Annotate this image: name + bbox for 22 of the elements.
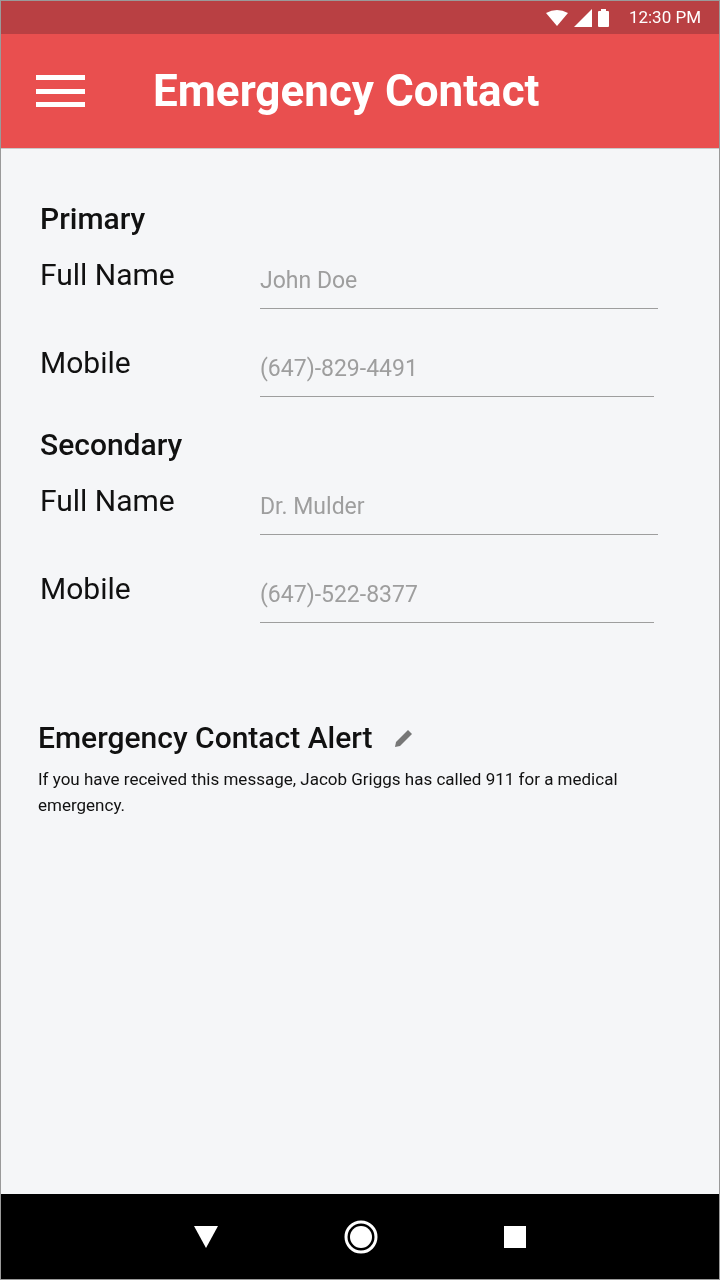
recents-icon[interactable] [504, 1225, 526, 1248]
menu-icon[interactable] [36, 75, 85, 107]
field-label: Mobile [40, 344, 132, 382]
field-label: Mobile [40, 570, 132, 608]
input-field[interactable]: John Doe [260, 257, 658, 309]
alert-title: Emergency Contact Alert [38, 719, 373, 757]
app-title: Emergency Contact [153, 64, 540, 119]
section-heading: Primary [40, 200, 147, 238]
alert-message: If you have received this message, Jacob Griggs has called 911 for a medical emergency. [38, 768, 618, 817]
input-field[interactable]: (647)-829-4491 [260, 345, 654, 397]
section-heading: Secondary [40, 426, 184, 464]
wifi-icon [545, 9, 568, 26]
input-field[interactable]: Dr. Mulder [260, 483, 658, 535]
field-label: Full Name [40, 482, 176, 520]
home-icon[interactable] [344, 1219, 378, 1254]
back-icon[interactable] [194, 1225, 218, 1248]
status-time: 12:30 PM [628, 5, 701, 29]
battery-icon [597, 8, 609, 27]
edit-icon[interactable] [394, 728, 413, 747]
signal-icon [573, 8, 592, 27]
input-field[interactable]: (647)-522-8377 [260, 571, 654, 623]
field-label: Full Name [40, 256, 176, 294]
